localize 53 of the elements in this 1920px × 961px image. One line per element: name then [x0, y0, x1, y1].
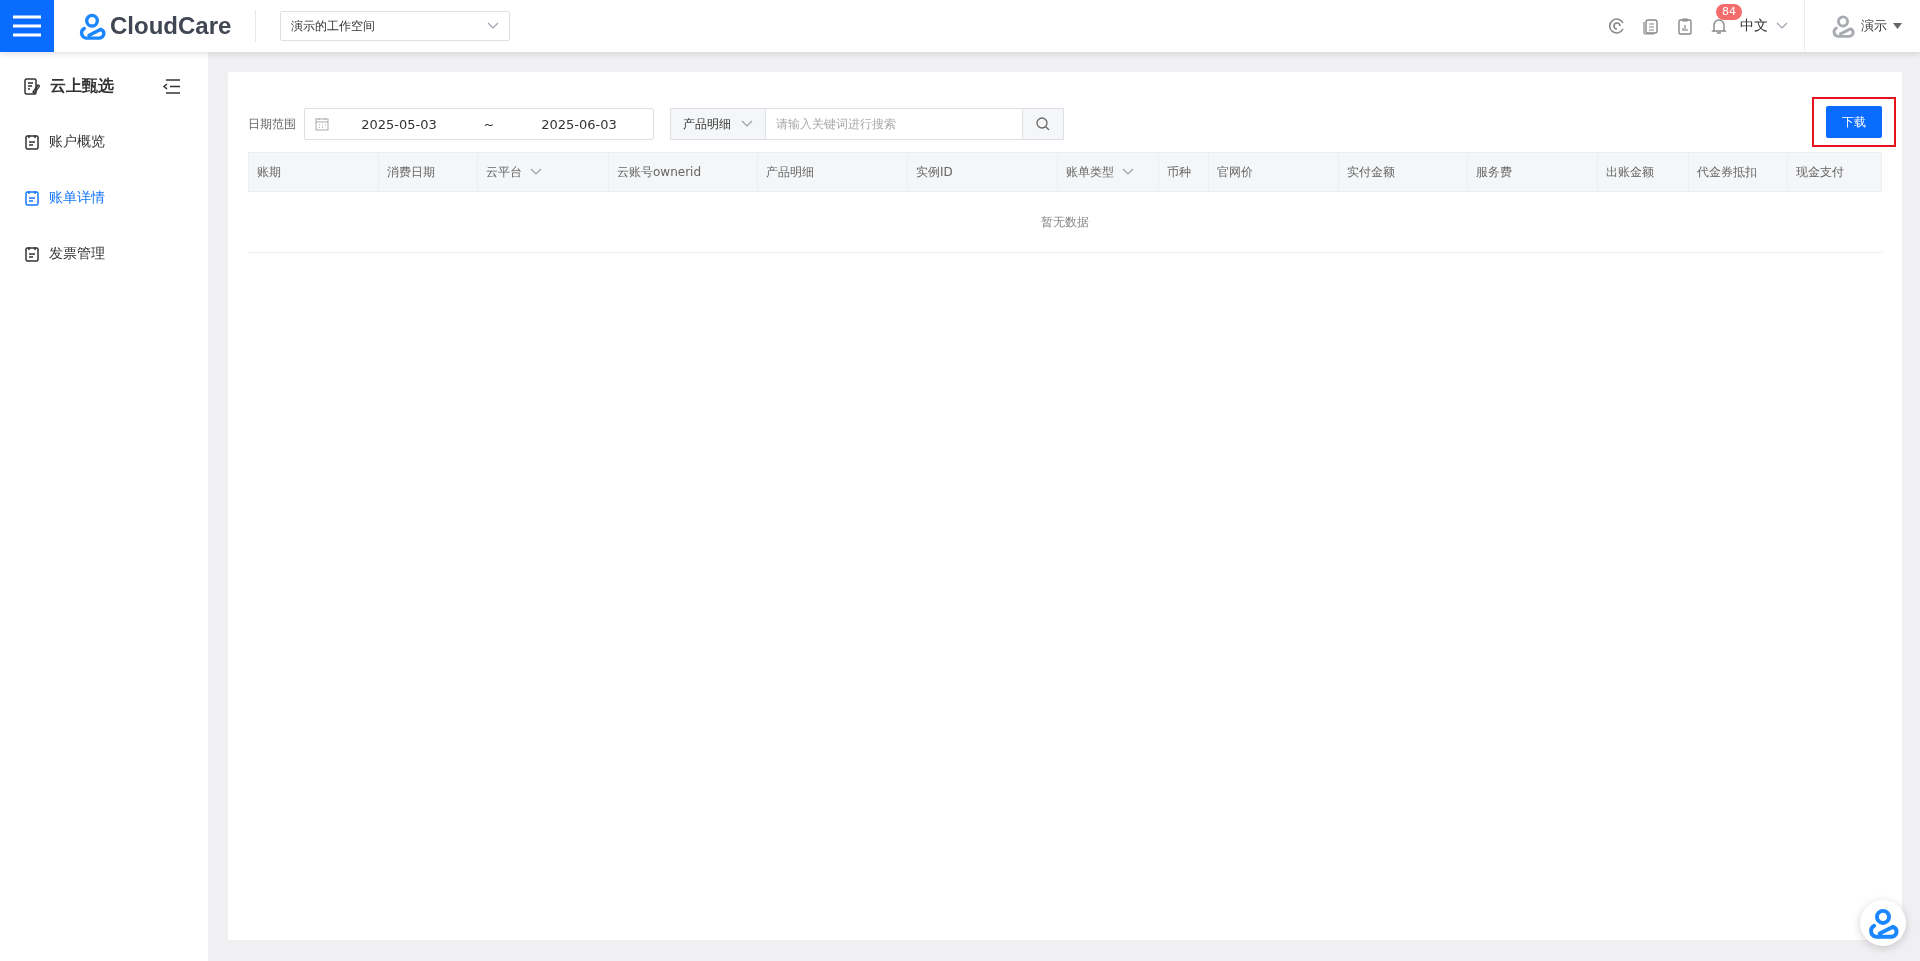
chevron-down-icon [1776, 22, 1788, 30]
column-header: 官网价 [1209, 153, 1339, 191]
sidebar-item[interactable]: 账户概览 [0, 114, 208, 170]
caret-icon [1893, 23, 1902, 29]
sidebar-item[interactable]: 发票管理 [0, 226, 208, 282]
language-select[interactable]: 中文 [1740, 17, 1788, 35]
column-header: 服务费 [1468, 153, 1598, 191]
copy-icon[interactable] [1642, 17, 1660, 35]
workspace-select[interactable]: 演示的工作空间 [280, 11, 511, 41]
refresh-icon[interactable] [1608, 17, 1626, 35]
user-menu[interactable]: 演示 [1805, 14, 1920, 38]
column-header: 实付金额 [1339, 153, 1468, 191]
notification-badge: 84 [1716, 4, 1742, 20]
cloud-logo-icon [78, 12, 106, 40]
download-button[interactable]: 下载 [1826, 106, 1882, 138]
sidebar-title: 云上甄选 [50, 76, 115, 97]
empty-message: 暂无数据 [1041, 213, 1089, 231]
chevron-down-icon [487, 22, 500, 30]
search-type-select[interactable]: 产品明细 [670, 108, 766, 140]
bell-icon[interactable] [1710, 17, 1728, 35]
column-header: 出账金额 [1598, 153, 1689, 191]
document-icon [25, 134, 39, 150]
date-range-label: 日期范围 [248, 115, 296, 133]
menu-icon [13, 15, 41, 37]
search-field[interactable]: 请输入关键词进行搜索 [766, 108, 1023, 140]
menu-button[interactable] [0, 0, 54, 52]
chevron-down-icon [1122, 168, 1134, 176]
chevron-down-icon [530, 168, 542, 176]
clipboard-chart-icon[interactable] [1676, 17, 1694, 35]
column-header: 实例ID [908, 153, 1058, 191]
search-icon [1036, 117, 1050, 131]
document-icon [25, 190, 39, 206]
column-header[interactable]: 账单类型 [1058, 153, 1159, 191]
cloud-logo-icon [1867, 907, 1899, 939]
column-header: 消费日期 [379, 153, 478, 191]
chevron-down-icon [741, 120, 753, 128]
column-header: 代金券抵扣 [1689, 153, 1788, 191]
search-button[interactable] [1023, 108, 1064, 140]
column-header[interactable]: 云平台 [478, 153, 609, 191]
edit-document-icon [24, 78, 40, 95]
collapse-menu-icon[interactable] [162, 79, 180, 94]
column-header: 账期 [249, 153, 379, 191]
date-range-picker[interactable]: 2025-05-03 ~ 2025-06-03 [304, 108, 654, 140]
calendar-icon [315, 117, 329, 131]
column-header: 币种 [1159, 153, 1209, 191]
avatar-icon [1831, 14, 1855, 38]
column-header: 现金支付 [1795, 163, 1845, 181]
column-header: 云账号ownerid [609, 153, 758, 191]
column-header: 产品明细 [758, 153, 908, 191]
document-icon [25, 246, 39, 262]
brand-name: CloudCare [110, 12, 232, 40]
sidebar-item[interactable]: 账单详情 [0, 170, 208, 226]
assistant-button[interactable] [1860, 900, 1906, 946]
